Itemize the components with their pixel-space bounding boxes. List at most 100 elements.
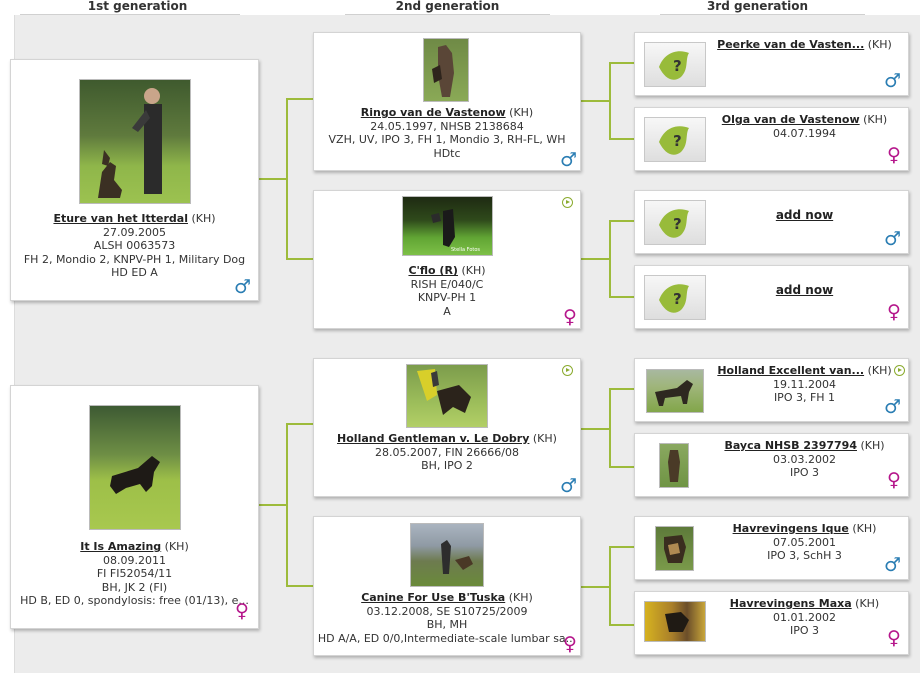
- dog-photo[interactable]: [646, 369, 704, 413]
- connector: [286, 98, 288, 260]
- connector: [580, 258, 610, 260]
- dog-photo[interactable]: [659, 443, 689, 488]
- breed-code: (KH): [532, 432, 557, 445]
- pedigree-card-dam-dam[interactable]: Canine For Use B'Tuska (KH) 03.12.2008, …: [313, 516, 581, 656]
- pedigree-card-g3-2[interactable]: ? Olga van de Vastenow (KH) 04.07.1994 ♀: [634, 107, 909, 171]
- add-now-link[interactable]: add now: [776, 208, 833, 222]
- connector: [580, 586, 610, 588]
- dog-photo[interactable]: [644, 601, 706, 642]
- health: HDtc: [433, 146, 461, 160]
- titles: IPO 3: [789, 466, 820, 479]
- card-text: Eture van het Itterdal (KH) 27.09.2005 A…: [11, 212, 258, 280]
- dog-name-link[interactable]: Holland Excellent van...: [717, 364, 864, 377]
- connector: [286, 423, 313, 425]
- female-icon: ♀: [887, 301, 901, 323]
- dog-name-link[interactable]: Olga van de Vastenow: [722, 113, 860, 126]
- dog-photo[interactable]: [89, 405, 181, 530]
- card-text: Havrevingens Maxa (KH) 01.01.2002 IPO 3: [707, 597, 902, 638]
- svg-text:?: ?: [673, 290, 682, 308]
- placeholder-photo[interactable]: ?: [644, 275, 706, 320]
- svg-text:?: ?: [673, 57, 682, 75]
- dog-name-link[interactable]: Havrevingens Ique: [733, 522, 849, 535]
- pedigree-card-g3-7[interactable]: Havrevingens Ique (KH) 07.05.2001 IPO 3,…: [634, 516, 909, 580]
- svg-text:?: ?: [673, 215, 682, 233]
- dog-name-link[interactable]: Ringo van de Vastenow: [361, 106, 506, 119]
- pedigree-card-g3-3[interactable]: ? add now ♂: [634, 190, 909, 254]
- pedigree-card-dam[interactable]: It Is Amazing (KH) 08.09.2011 FI FI52054…: [10, 385, 259, 629]
- pedigree-card-g3-1[interactable]: ? Peerke van de Vasten... (KH) ♂: [634, 32, 909, 96]
- dog-photo[interactable]: [406, 364, 488, 428]
- health: HD A/A, ED 0/0,Intermediate-scale lumbar…: [317, 631, 577, 645]
- dog-name-link[interactable]: C'flo (R): [408, 264, 458, 277]
- breed-code: (KH): [191, 212, 216, 225]
- connector: [609, 624, 634, 626]
- photo-figure: [655, 380, 693, 406]
- pedigree-card-dam-sire[interactable]: Holland Gentleman v. Le Dobry (KH) 28.05…: [313, 358, 581, 497]
- female-icon: ♀: [563, 633, 577, 655]
- connector: [609, 466, 634, 468]
- titles: IPO 3: [789, 624, 820, 637]
- placeholder-leaf-icon: ?: [659, 284, 689, 313]
- pedigree-card-g3-6[interactable]: Bayca NHSB 2397794 (KH) 03.03.2002 IPO 3…: [634, 433, 909, 497]
- header-underline: [660, 14, 865, 15]
- dog-photo[interactable]: Stella Fotos: [402, 196, 493, 256]
- card-text: Holland Excellent van... (KH) 19.11.2004…: [707, 364, 902, 405]
- pedigree-card-sire-dam[interactable]: Stella Fotos C'flo (R) (KH) RISH E/040/C…: [313, 190, 581, 329]
- photo-figure: [668, 450, 680, 482]
- titles: BH, MH: [426, 618, 468, 631]
- health: HD B, ED 0, spondylosis: free (01/13), e…: [20, 594, 249, 607]
- dog-name-link[interactable]: Bayca NHSB 2397794: [724, 439, 857, 452]
- card-text: Olga van de Vastenow (KH) 04.07.1994: [707, 113, 902, 140]
- photo-figure: Stella Fotos: [431, 209, 480, 253]
- breed-code: (KH): [509, 106, 534, 119]
- dog-name-link[interactable]: It Is Amazing: [80, 540, 161, 553]
- titles: BH, JK 2 (FI): [101, 580, 168, 594]
- breed-code: (KH): [867, 364, 892, 377]
- connector: [609, 388, 611, 468]
- card-text: Ringo van de Vastenow (KH) 24.05.1997, N…: [314, 106, 580, 160]
- dog-name-link[interactable]: Eture van het Itterdal: [53, 212, 188, 225]
- header-underline: [20, 14, 240, 15]
- birth-date: 04.07.1994: [773, 126, 836, 140]
- titles: IPO 3, SchH 3: [767, 549, 842, 562]
- dog-photo[interactable]: [655, 526, 694, 571]
- card-text: Holland Gentleman v. Le Dobry (KH) 28.05…: [314, 432, 580, 473]
- placeholder-photo[interactable]: ?: [644, 42, 706, 87]
- photo-figure: [98, 88, 162, 198]
- pedigree-card-sire-sire[interactable]: Ringo van de Vastenow (KH) 24.05.1997, N…: [313, 32, 581, 171]
- video-play-icon[interactable]: [562, 365, 573, 376]
- dog-photo[interactable]: [423, 38, 469, 102]
- placeholder-leaf-icon: ?: [659, 51, 689, 80]
- pedigree-card-g3-8[interactable]: Havrevingens Maxa (KH) 01.01.2002 IPO 3 …: [634, 591, 909, 655]
- photo-figure: [417, 369, 471, 415]
- video-play-icon[interactable]: [562, 197, 573, 208]
- female-icon: ♀: [563, 306, 577, 328]
- card-text: It Is Amazing (KH) 08.09.2011 FI FI52054…: [11, 540, 258, 608]
- pedigree-card-sire[interactable]: Eture van het Itterdal (KH) 27.09.2005 A…: [10, 59, 259, 301]
- registration: RISH E/040/C: [410, 277, 484, 291]
- male-icon: ♂: [884, 228, 902, 250]
- header-1st-generation: 1st generation: [87, 0, 188, 13]
- pedigree-card-g3-5[interactable]: Holland Excellent van... (KH) 19.11.2004…: [634, 358, 909, 422]
- dog-name-link[interactable]: Havrevingens Maxa: [730, 597, 852, 610]
- connector: [609, 546, 634, 548]
- connector: [580, 100, 610, 102]
- photo-figure: [664, 535, 686, 563]
- breed-code: (KH): [852, 522, 877, 535]
- add-now-link[interactable]: add now: [776, 283, 833, 297]
- pedigree-card-g3-4[interactable]: ? add now ♀: [634, 265, 909, 329]
- breed-code: (KH): [860, 439, 885, 452]
- dog-photo[interactable]: [410, 523, 484, 587]
- photo-figure: [665, 612, 689, 632]
- placeholder-photo[interactable]: ?: [644, 200, 706, 245]
- dog-name-link[interactable]: Canine For Use B'Tuska: [361, 591, 505, 604]
- dog-photo[interactable]: [79, 79, 191, 204]
- connector: [609, 220, 634, 222]
- connector: [609, 546, 611, 626]
- dog-name-link[interactable]: Holland Gentleman v. Le Dobry: [337, 432, 529, 445]
- connector: [580, 428, 610, 430]
- male-icon: ♂: [234, 276, 252, 298]
- health: HD ED A: [111, 266, 158, 279]
- dog-name-link[interactable]: Peerke van de Vasten...: [717, 38, 864, 51]
- placeholder-photo[interactable]: ?: [644, 117, 706, 162]
